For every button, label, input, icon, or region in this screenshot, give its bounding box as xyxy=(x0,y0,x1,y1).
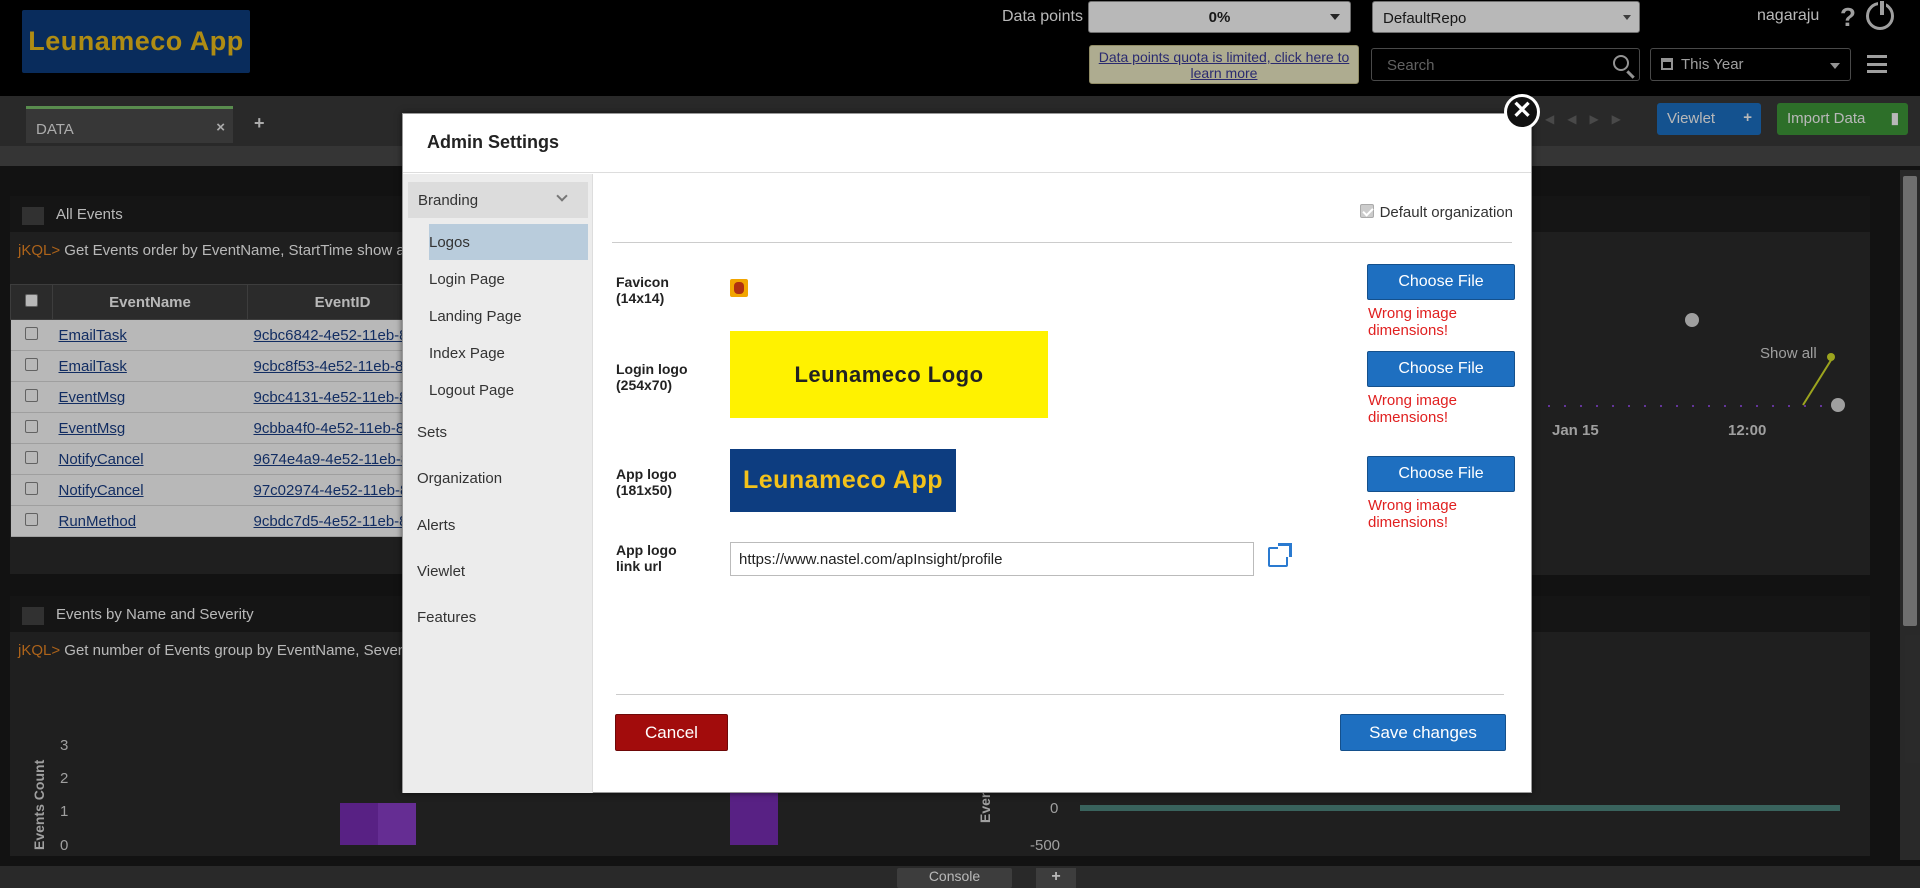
favicon-label: Favicon (14x14) xyxy=(616,274,669,306)
sidebar-item-alerts[interactable]: Alerts xyxy=(417,517,455,534)
app-logo-label: App logo (181x50) xyxy=(616,466,677,498)
sidebar-item-organization[interactable]: Organization xyxy=(417,470,502,487)
favicon-error: Wrong image dimensions! xyxy=(1368,305,1457,339)
default-organization-label: Default organization xyxy=(1379,204,1513,221)
login-logo-label: Login logo (254x70) xyxy=(616,361,688,393)
checkbox-icon[interactable] xyxy=(1359,204,1374,218)
choose-login-logo-button[interactable]: Choose File xyxy=(1367,351,1515,387)
admin-settings-dialog: Admin Settings Branding Logos Login Page… xyxy=(402,113,1532,793)
sidebar-item-sets[interactable]: Sets xyxy=(417,424,447,441)
favicon-preview xyxy=(730,279,748,297)
sidebar-item-logout-page[interactable]: Logout Page xyxy=(429,372,588,408)
sidebar-item-label: Branding xyxy=(418,192,479,209)
sidebar-item-label: Index Page xyxy=(429,345,505,362)
sidebar-item-viewlet[interactable]: Viewlet xyxy=(417,563,465,580)
sidebar-item-index-page[interactable]: Index Page xyxy=(429,335,588,371)
close-dialog-icon[interactable]: ✕ xyxy=(1504,94,1540,130)
chevron-down-icon xyxy=(556,190,568,202)
sidebar-item-label: Landing Page xyxy=(429,308,522,325)
external-link-icon[interactable] xyxy=(1268,543,1292,567)
app-logo-preview-text: Leunameco App xyxy=(742,466,944,494)
divider xyxy=(612,242,1512,243)
dialog-title: Admin Settings xyxy=(403,114,1531,173)
sidebar-item-branding[interactable]: Branding xyxy=(408,182,588,218)
sidebar-item-features[interactable]: Features xyxy=(417,609,476,626)
login-logo-error: Wrong image dimensions! xyxy=(1368,392,1457,426)
sidebar-item-logos[interactable]: Logos xyxy=(429,224,588,260)
logos-settings-content: Default organization Favicon (14x14) Cho… xyxy=(594,174,1531,793)
app-logo-url-label: App logo link url xyxy=(616,542,677,574)
choose-favicon-button[interactable]: Choose File xyxy=(1367,264,1515,300)
default-organization-checkbox[interactable]: Default organization xyxy=(1359,204,1513,221)
login-logo-text: Leunameco Logo xyxy=(794,361,984,387)
choose-app-logo-button[interactable]: Choose File xyxy=(1367,456,1515,492)
settings-sidebar: Branding Logos Login Page Landing Page I… xyxy=(403,174,593,793)
sidebar-item-label: Logos xyxy=(429,234,470,251)
app-logo-error: Wrong image dimensions! xyxy=(1368,497,1457,531)
login-logo-preview: Leunameco Logo xyxy=(730,331,1048,418)
sidebar-item-label: Logout Page xyxy=(429,382,515,399)
save-changes-button[interactable]: Save changes xyxy=(1340,714,1506,751)
divider xyxy=(616,694,1504,695)
cancel-button[interactable]: Cancel xyxy=(615,714,728,751)
sidebar-item-landing-page[interactable]: Landing Page xyxy=(429,298,588,334)
sidebar-item-label: Login Page xyxy=(429,271,505,288)
app-logo-preview: Leunameco App xyxy=(730,449,956,512)
sidebar-item-login-page[interactable]: Login Page xyxy=(429,261,588,297)
app-logo-url-input[interactable] xyxy=(730,542,1254,576)
